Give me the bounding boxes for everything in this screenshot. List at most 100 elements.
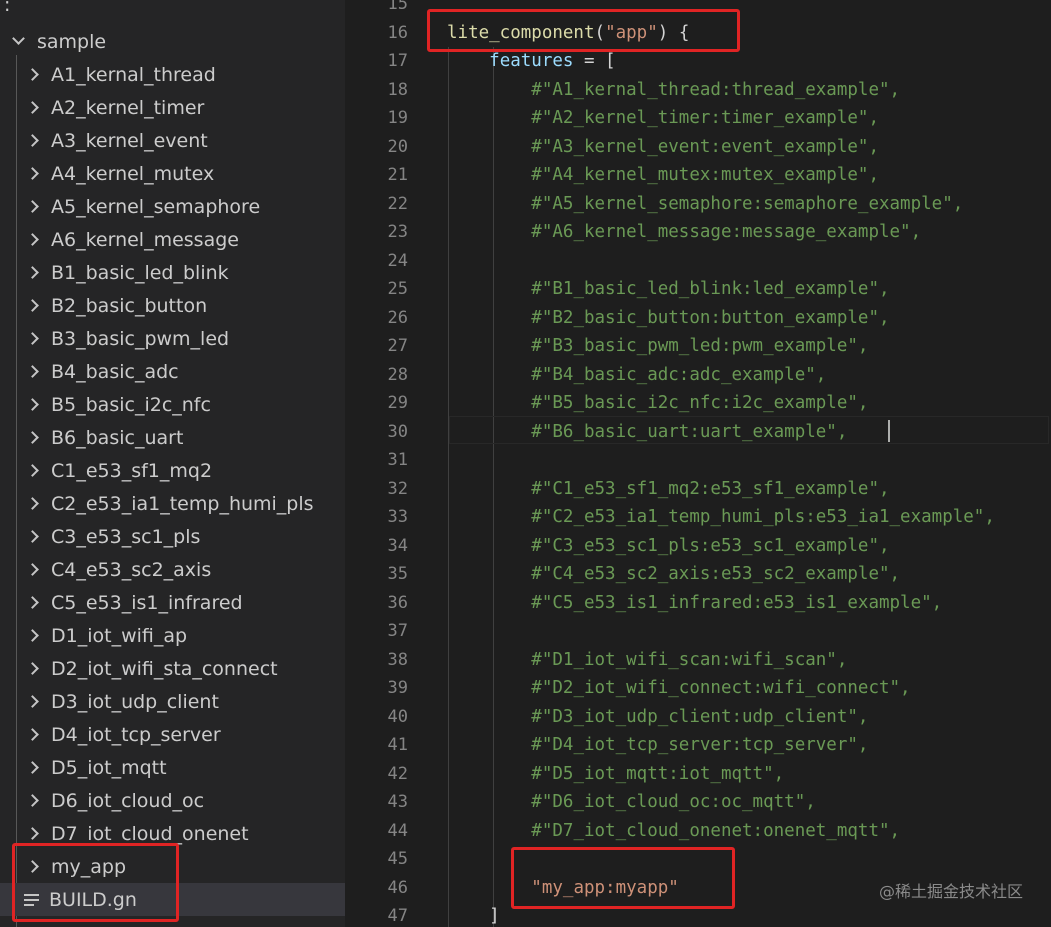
code-line[interactable]: #"C3_e53_sc1_pls:e53_sc1_example",	[447, 532, 889, 561]
code-line[interactable]: ]	[447, 902, 500, 927]
tree-folder-item[interactable]: D6_iot_cloud_oc	[0, 784, 345, 817]
tree-folder-item[interactable]: A3_kernel_event	[0, 124, 345, 157]
line-number: 24	[387, 250, 408, 271]
tree-folder-item[interactable]: A1_kernal_thread	[0, 58, 345, 91]
tree-item-label: A4_kernel_mutex	[51, 162, 215, 185]
tree-item-label: D1_iot_wifi_ap	[51, 624, 188, 647]
explorer-sidebar: : sample A1_kernal_thread A2_kernel_timer…	[0, 0, 345, 927]
line-number: 35	[387, 564, 408, 584]
line-number: 17	[387, 51, 408, 71]
code-line[interactable]: #"A6_kernel_message:message_example",	[447, 218, 921, 247]
tree-item-label: A2_kernel_timer	[51, 96, 205, 119]
tree-folder-item[interactable]: A2_kernel_timer	[0, 91, 345, 124]
tree-folder-item[interactable]: A6_kernel_message	[0, 223, 345, 256]
line-number: 25	[387, 279, 408, 299]
code-line[interactable]: #"C5_e53_is1_infrared:e53_is1_example",	[447, 589, 942, 618]
code-editor[interactable]: 15 16 lite_component("app") {17 features =…	[345, 0, 1051, 927]
tree-folder-item[interactable]: D4_iot_tcp_server	[0, 718, 345, 751]
tree-folder-item[interactable]: B1_basic_led_blink	[0, 256, 345, 289]
line-number: 36	[387, 592, 408, 613]
chevron-right-icon	[26, 695, 39, 708]
chevron-down-icon	[12, 32, 25, 45]
code-line[interactable]: #"A5_kernel_semaphore:semaphore_example"…	[447, 190, 963, 219]
tree-item-label: A1_kernal_thread	[51, 63, 216, 86]
highlight-box-sidebar	[12, 843, 179, 922]
code-line[interactable]: #"D2_iot_wifi_connect:wifi_connect",	[447, 674, 910, 703]
highlight-box-my-app	[511, 847, 735, 909]
chevron-right-icon	[26, 134, 39, 147]
line-number: 19	[387, 108, 408, 128]
code-line[interactable]: #"B4_basic_adc:adc_example",	[447, 361, 826, 390]
code-line[interactable]: #"B6_basic_uart:uart_example",	[447, 418, 847, 447]
code-line[interactable]: #"A4_kernel_mutex:mutex_example",	[447, 161, 879, 190]
code-line[interactable]: #"B1_basic_led_blink:led_example",	[447, 275, 889, 304]
code-line[interactable]: #"D7_iot_cloud_onenet:onenet_mqtt",	[447, 817, 900, 846]
code-line[interactable]: #"B2_basic_button:button_example",	[447, 304, 889, 333]
tree-folder-item[interactable]: C2_e53_ia1_temp_humi_pls	[0, 487, 345, 520]
code-line[interactable]: #"C1_e53_sf1_mq2:e53_sf1_example",	[447, 475, 889, 504]
tree-folder-root[interactable]: sample	[0, 25, 345, 58]
code-line[interactable]: #"D3_iot_udp_client:udp_client",	[447, 703, 868, 732]
line-number: 29	[387, 393, 408, 413]
line-number: 21	[387, 165, 408, 185]
line-number: 18	[387, 79, 408, 100]
tree-folder-item[interactable]: D1_iot_wifi_ap	[0, 619, 345, 652]
tree-folder-item[interactable]: B5_basic_i2c_nfc	[0, 388, 345, 421]
code-line[interactable]: #"C4_e53_sc2_axis:e53_sc2_example",	[447, 560, 900, 589]
tree-folder-label: sample	[37, 30, 107, 53]
line-number: 39	[387, 678, 408, 698]
tree-item-label: C1_e53_sf1_mq2	[51, 459, 213, 482]
code-line[interactable]: #"C2_e53_ia1_temp_humi_pls:e53_ia1_examp…	[447, 503, 995, 532]
tree-folder-item[interactable]: B3_basic_pwm_led	[0, 322, 345, 355]
chevron-right-icon	[26, 827, 39, 840]
chevron-right-icon	[26, 266, 39, 279]
line-number: 43	[387, 792, 408, 812]
code-line[interactable]: #"D1_iot_wifi_scan:wifi_scan",	[447, 646, 847, 675]
tree-folder-item[interactable]: B2_basic_button	[0, 289, 345, 322]
chevron-right-icon	[26, 530, 39, 543]
chevron-right-icon	[26, 794, 39, 807]
code-line[interactable]: #"B3_basic_pwm_led:pwm_example",	[447, 332, 868, 361]
chevron-right-icon	[26, 464, 39, 477]
code-line[interactable]: #"A2_kernel_timer:timer_example",	[447, 104, 879, 133]
line-number: 41	[387, 735, 408, 755]
tree-item-label: B1_basic_led_blink	[51, 261, 229, 284]
tree-folder-item[interactable]: C3_e53_sc1_pls	[0, 520, 345, 553]
tree-item-label: B6_basic_uart	[51, 426, 184, 449]
line-number: 20	[387, 136, 408, 157]
chevron-right-icon	[26, 431, 39, 444]
tree-item-label: C4_e53_sc2_axis	[51, 558, 212, 581]
tree-folder-item[interactable]: C1_e53_sf1_mq2	[0, 454, 345, 487]
tree-item-label: C3_e53_sc1_pls	[51, 525, 201, 548]
tree-item-label: B2_basic_button	[51, 294, 208, 317]
tree-folder-item[interactable]: B6_basic_uart	[0, 421, 345, 454]
chevron-right-icon	[26, 365, 39, 378]
tree-folder-item[interactable]: D5_iot_mqtt	[0, 751, 345, 784]
tree-folder-item[interactable]: C4_e53_sc2_axis	[0, 553, 345, 586]
tree-folder-item[interactable]: C5_e53_is1_infrared	[0, 586, 345, 619]
tree-folder-item[interactable]: D2_iot_wifi_sta_connect	[0, 652, 345, 685]
code-line[interactable]: #"D4_iot_tcp_server:tcp_server",	[447, 731, 868, 760]
code-line[interactable]: #"B5_basic_i2c_nfc:i2c_example",	[447, 389, 868, 418]
tree-folder-item[interactable]: A5_kernel_semaphore	[0, 190, 345, 223]
chevron-right-icon	[26, 101, 39, 114]
tree-item-label: D6_iot_cloud_oc	[51, 789, 205, 812]
chevron-right-icon	[26, 200, 39, 213]
chevron-right-icon	[26, 233, 39, 246]
code-line[interactable]: #"A3_kernel_event:event_example",	[447, 133, 879, 162]
tree-folder-item[interactable]: B4_basic_adc	[0, 355, 345, 388]
chevron-right-icon	[26, 398, 39, 411]
chevron-right-icon	[26, 332, 39, 345]
chevron-right-icon	[26, 596, 39, 609]
chevron-right-icon	[26, 761, 39, 774]
code-line[interactable]: #"D5_iot_mqtt:iot_mqtt",	[447, 760, 784, 789]
line-number: 16	[387, 22, 408, 43]
line-number: 33	[387, 507, 408, 527]
tree-item-label: D5_iot_mqtt	[51, 756, 167, 779]
line-number: 34	[387, 535, 408, 556]
tree-folder-item[interactable]: D3_iot_udp_client	[0, 685, 345, 718]
tree-folder-item[interactable]: A4_kernel_mutex	[0, 157, 345, 190]
line-number: 32	[387, 478, 408, 499]
code-line[interactable]: #"A1_kernal_thread:thread_example",	[447, 76, 900, 105]
code-line[interactable]: #"D6_iot_cloud_oc:oc_mqtt",	[447, 788, 815, 817]
